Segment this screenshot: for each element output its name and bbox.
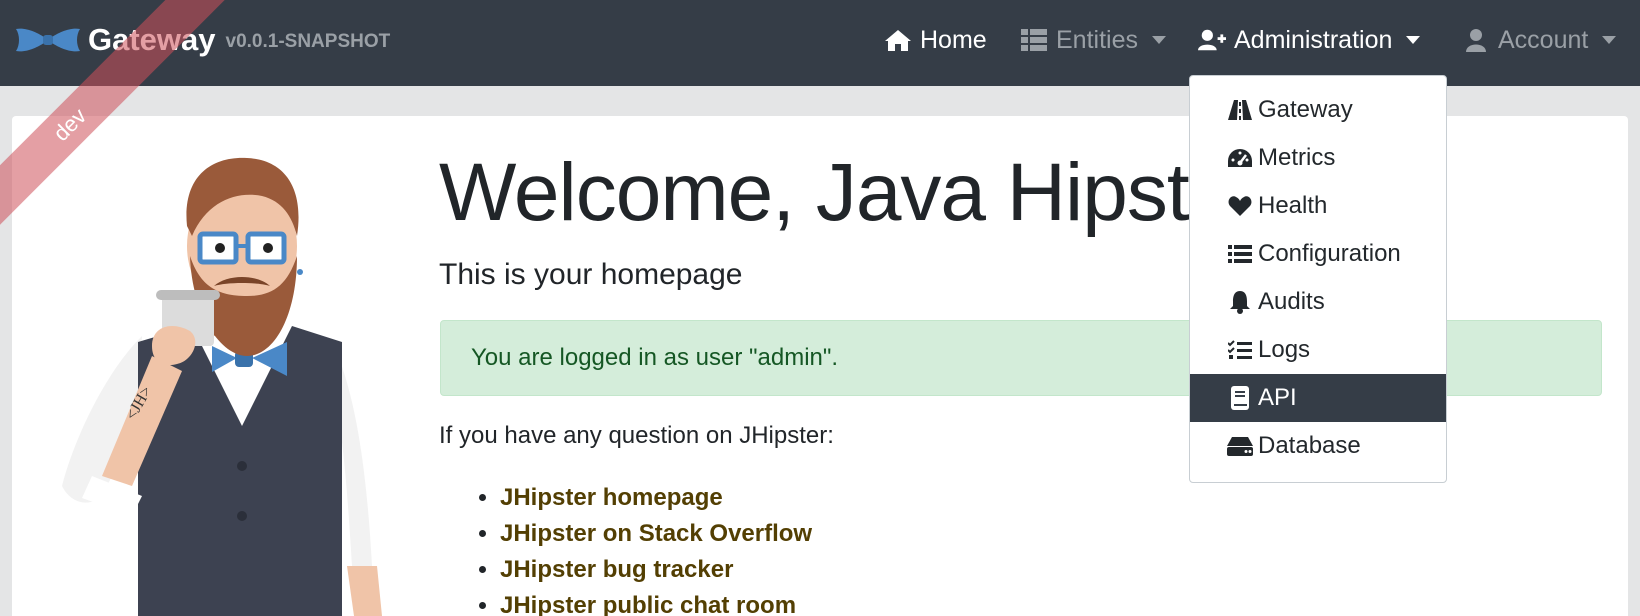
- nav-administration[interactable]: Administration: [1198, 20, 1421, 60]
- menu-item-label: Metrics: [1258, 144, 1336, 171]
- menu-item-metrics[interactable]: Metrics: [1190, 134, 1446, 182]
- nav-administration-label: Administration: [1234, 25, 1393, 54]
- page-title: Welcome, Java Hipster!: [439, 147, 1282, 238]
- book-icon: [1226, 386, 1254, 410]
- menu-item-gateway[interactable]: Gateway: [1190, 86, 1446, 134]
- nav-account[interactable]: Account: [1462, 20, 1617, 60]
- link-jhipster-homepage[interactable]: JHipster homepage: [500, 484, 723, 511]
- list-icon: [1226, 242, 1254, 266]
- menu-item-label: Health: [1258, 192, 1328, 219]
- nav-entities-label: Entities: [1056, 25, 1138, 54]
- link-bug-tracker[interactable]: JHipster bug tracker: [500, 556, 733, 583]
- administration-dropdown-menu: Gateway Metrics Health Configuration Aud…: [1189, 75, 1447, 483]
- tachometer-icon: [1226, 146, 1254, 170]
- jhipster-mascot-image: <JH>: [62, 157, 382, 616]
- menu-item-database[interactable]: Database: [1190, 422, 1446, 470]
- nav-home[interactable]: Home: [884, 20, 987, 60]
- list-item: JHipster homepage: [500, 480, 812, 516]
- menu-item-label: Database: [1258, 432, 1361, 459]
- nav-entities[interactable]: Entities: [1020, 20, 1166, 60]
- chevron-down-icon: [1602, 36, 1617, 44]
- menu-item-label: Gateway: [1258, 96, 1353, 123]
- nav-home-label: Home: [920, 25, 987, 54]
- menu-item-api[interactable]: API: [1190, 374, 1446, 422]
- menu-item-health[interactable]: Health: [1190, 182, 1446, 230]
- tasks-icon: [1226, 338, 1254, 362]
- question-text: If you have any question on JHipster:: [439, 422, 834, 449]
- menu-item-label: Audits: [1258, 288, 1325, 315]
- menu-item-label: Configuration: [1258, 240, 1401, 267]
- user-plus-icon: [1198, 27, 1226, 53]
- nav-account-label: Account: [1498, 25, 1589, 54]
- link-stack-overflow[interactable]: JHipster on Stack Overflow: [500, 520, 812, 547]
- road-icon: [1226, 98, 1254, 122]
- menu-item-configuration[interactable]: Configuration: [1190, 230, 1446, 278]
- page-subtitle: This is your homepage: [439, 258, 743, 291]
- list-item: JHipster public chat room: [500, 588, 812, 616]
- link-chat-room[interactable]: JHipster public chat room: [500, 592, 796, 616]
- brand-link[interactable]: Gateway v0.0.1-SNAPSHOT: [14, 18, 390, 62]
- menu-item-audits[interactable]: Audits: [1190, 278, 1446, 326]
- brand-title: Gateway: [88, 22, 216, 57]
- list-item: JHipster on Stack Overflow: [500, 516, 812, 552]
- heart-icon: [1226, 194, 1254, 218]
- home-icon: [884, 27, 912, 53]
- menu-item-label: Logs: [1258, 336, 1311, 363]
- chevron-down-icon: [1406, 36, 1421, 44]
- bell-icon: [1226, 290, 1254, 314]
- brand-version: v0.0.1-SNAPSHOT: [225, 31, 391, 52]
- th-list-icon: [1020, 27, 1048, 53]
- user-icon: [1462, 27, 1490, 53]
- list-item: JHipster bug tracker: [500, 552, 812, 588]
- navbar: Gateway v0.0.1-SNAPSHOT Home Entities Ad…: [0, 0, 1640, 86]
- bowtie-logo-icon: [16, 28, 80, 52]
- menu-item-label: API: [1258, 384, 1297, 411]
- chevron-down-icon: [1151, 36, 1166, 44]
- hdd-icon: [1226, 434, 1254, 458]
- help-links-list: JHipster homepage JHipster on Stack Over…: [470, 480, 812, 616]
- menu-item-logs[interactable]: Logs: [1190, 326, 1446, 374]
